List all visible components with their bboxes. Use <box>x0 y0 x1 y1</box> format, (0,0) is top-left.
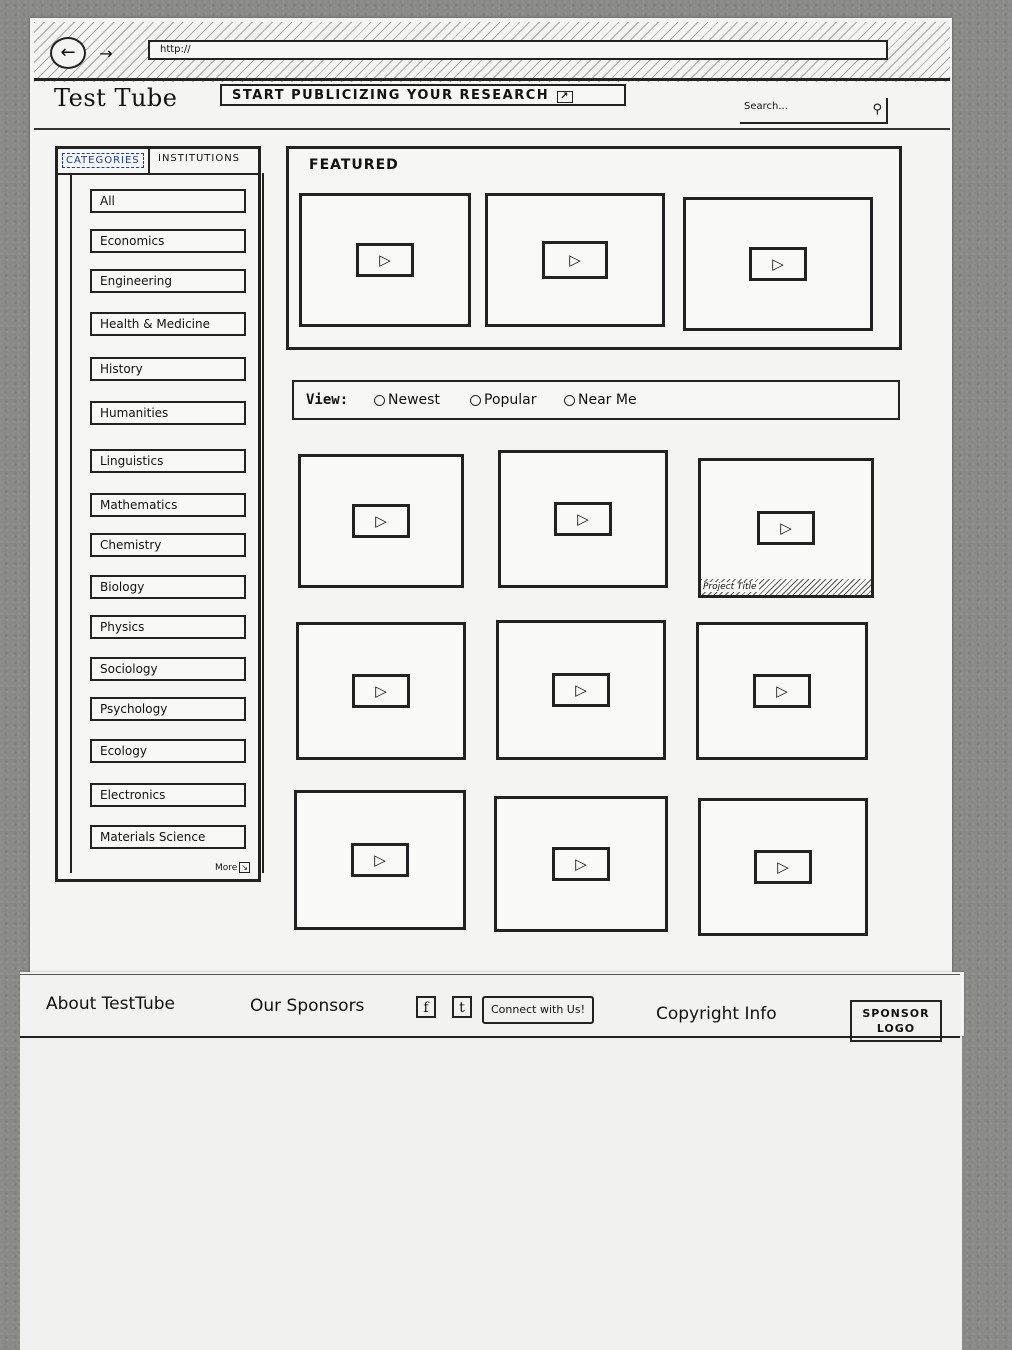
view-label: View: <box>306 392 349 408</box>
sidebar-tabs: CATEGORIES INSTITUTIONS <box>58 149 258 175</box>
featured-video-thumbnail[interactable]: ▷ <box>683 197 873 331</box>
video-thumbnail[interactable]: ▷ <box>498 450 668 588</box>
video-thumbnail[interactable]: ▷ <box>696 622 868 760</box>
forward-arrow-icon: → <box>99 44 113 63</box>
sponsor-logo-line1: SPONSOR <box>862 1007 930 1020</box>
category-item[interactable]: Electronics <box>90 783 246 807</box>
category-item[interactable]: Mathematics <box>90 493 246 517</box>
tab-divider <box>148 149 150 173</box>
video-thumbnail[interactable]: ▷ <box>296 622 466 760</box>
play-icon[interactable]: ▷ <box>542 241 608 279</box>
about-link[interactable]: About TestTube <box>46 994 175 1014</box>
view-option-label: Newest <box>388 392 440 408</box>
featured-video-thumbnail[interactable]: ▷ <box>299 193 471 327</box>
category-item[interactable]: Sociology <box>90 657 246 681</box>
video-thumbnail[interactable]: ▷ Project Title <box>698 458 874 598</box>
play-icon[interactable]: ▷ <box>749 247 807 281</box>
category-item[interactable]: Chemistry <box>90 533 246 557</box>
category-item[interactable]: Economics <box>90 229 246 253</box>
forward-button[interactable]: → <box>90 40 122 68</box>
video-thumbnail[interactable]: ▷ <box>298 454 464 588</box>
category-item[interactable]: Ecology <box>90 739 246 763</box>
category-item[interactable]: History <box>90 357 246 381</box>
category-item[interactable]: Health & Medicine <box>90 312 246 336</box>
project-title-caption: Project Title <box>701 579 871 595</box>
search-input[interactable]: Search... ⚲ <box>740 98 888 124</box>
more-label: More <box>214 863 238 873</box>
play-icon[interactable]: ▷ <box>754 850 812 884</box>
category-item[interactable]: Psychology <box>90 697 246 721</box>
video-thumbnail[interactable]: ▷ <box>494 796 668 932</box>
back-button[interactable]: ← <box>50 37 86 69</box>
more-categories-link[interactable]: More ↘ <box>214 862 250 873</box>
category-item[interactable]: Linguistics <box>90 449 246 473</box>
view-option-newest[interactable]: Newest <box>374 382 440 418</box>
view-option-near-me[interactable]: Near Me <box>564 382 637 418</box>
category-item[interactable]: All <box>90 189 246 213</box>
play-icon[interactable]: ▷ <box>352 504 410 538</box>
video-thumbnail[interactable]: ▷ <box>294 790 466 930</box>
footer-top-border <box>20 974 960 975</box>
category-item[interactable]: Physics <box>90 615 246 639</box>
project-title: Project Title <box>701 582 759 592</box>
expand-icon: ↘ <box>239 862 250 873</box>
category-item[interactable]: Engineering <box>90 269 246 293</box>
featured-panel: FEATURED ▷ ▷ ▷ <box>286 146 902 350</box>
category-item[interactable]: Biology <box>90 575 246 599</box>
tab-categories[interactable]: CATEGORIES <box>62 153 144 168</box>
featured-video-thumbnail[interactable]: ▷ <box>485 193 665 327</box>
category-list: All Economics Engineering Health & Medic… <box>70 173 264 873</box>
play-icon[interactable]: ▷ <box>554 502 612 536</box>
view-option-popular[interactable]: Popular <box>470 382 537 418</box>
search-icon[interactable]: ⚲ <box>872 102 882 117</box>
footer-bottom-border <box>20 1036 960 1038</box>
url-bar[interactable]: http:// <box>148 40 888 60</box>
radio-icon <box>564 394 575 406</box>
category-item[interactable]: Humanities <box>90 401 246 425</box>
play-icon[interactable]: ▷ <box>552 847 610 881</box>
cta-label: START PUBLICIZING YOUR RESEARCH <box>232 88 550 103</box>
play-icon[interactable]: ▷ <box>351 843 409 877</box>
facebook-icon[interactable]: f <box>416 996 436 1018</box>
copyright-link[interactable]: Copyright Info <box>656 1004 777 1024</box>
play-icon[interactable]: ▷ <box>757 511 815 545</box>
play-icon[interactable]: ▷ <box>356 243 414 277</box>
category-sidebar: CATEGORIES INSTITUTIONS All Economics En… <box>55 146 264 882</box>
sponsors-link[interactable]: Our Sponsors <box>250 996 364 1016</box>
play-icon[interactable]: ▷ <box>552 673 610 707</box>
search-placeholder: Search... <box>744 101 788 112</box>
start-publicizing-button[interactable]: START PUBLICIZING YOUR RESEARCH ↗ <box>220 84 626 106</box>
featured-title: FEATURED <box>309 157 399 173</box>
video-thumbnail[interactable]: ▷ <box>698 798 868 936</box>
tab-institutions[interactable]: INSTITUTIONS <box>158 153 240 164</box>
view-option-label: Popular <box>484 392 537 408</box>
site-logo[interactable]: Test Tube <box>54 84 177 112</box>
sponsor-logo-line2: LOGO <box>876 1022 916 1035</box>
view-option-label: Near Me <box>578 392 637 408</box>
browser-divider <box>34 78 950 81</box>
back-arrow-icon: ← <box>60 42 76 63</box>
radio-icon <box>374 394 385 406</box>
connect-button[interactable]: Connect with Us! <box>482 996 594 1024</box>
play-icon[interactable]: ▷ <box>352 674 410 708</box>
video-thumbnail[interactable]: ▷ <box>496 620 666 760</box>
view-filter-bar: View: Newest Popular Near Me <box>292 380 900 420</box>
radio-icon <box>470 394 481 406</box>
external-link-icon: ↗ <box>557 91 574 103</box>
header-divider <box>34 128 950 130</box>
twitter-icon[interactable]: t <box>452 996 472 1018</box>
paper-lower <box>20 1036 962 1350</box>
play-icon[interactable]: ▷ <box>753 674 811 708</box>
category-item[interactable]: Materials Science <box>90 825 246 849</box>
